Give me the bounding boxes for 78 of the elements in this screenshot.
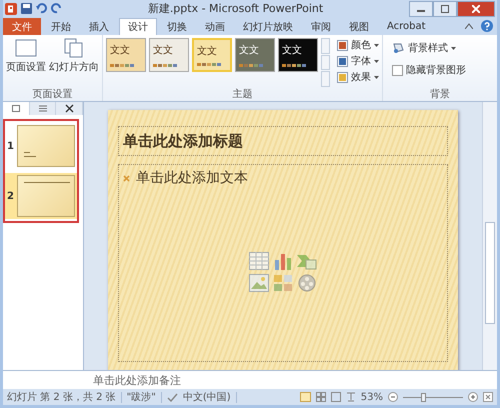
ribbon-tab[interactable]: 幻灯片放映	[235, 18, 301, 35]
dropdown-caret-icon	[374, 76, 379, 78]
ribbon-tab[interactable]: 插入	[81, 18, 117, 35]
ribbon-tab[interactable]: 文件	[3, 18, 41, 35]
paint-bucket-icon	[392, 42, 405, 54]
ribbon-tab[interactable]: 视图	[341, 18, 377, 35]
close-button[interactable]	[457, 0, 495, 16]
help-icon[interactable]	[481, 20, 493, 32]
minimize-button[interactable]	[409, 0, 433, 16]
bullet-icon	[123, 174, 130, 182]
hide-background-checkbox[interactable]: 隐藏背景图形	[392, 63, 494, 77]
slide-icon	[12, 105, 20, 112]
vertical-scrollbar[interactable]	[482, 102, 497, 370]
language-text[interactable]: 中文(中国)	[182, 390, 231, 404]
dropdown-caret-icon	[374, 44, 379, 46]
ribbon-tab[interactable]: 切换	[159, 18, 195, 35]
app-logo-icon	[5, 2, 17, 14]
slide-count-text: 幻灯片 第 2 张，共 2 张	[7, 390, 116, 404]
maximize-button[interactable]	[433, 0, 457, 16]
theme-option-button[interactable]: 字体	[337, 54, 379, 68]
option-icon	[337, 56, 348, 66]
theme-thumbnail[interactable]: 文文	[235, 38, 275, 72]
collapse-ribbon-icon[interactable]	[465, 23, 473, 29]
undo-icon[interactable]	[36, 3, 47, 14]
option-icon	[337, 40, 348, 50]
theme-thumbnail[interactable]: 文文	[106, 38, 146, 72]
zoom-percent[interactable]: 53%	[360, 392, 383, 402]
spell-check-icon[interactable]	[166, 392, 178, 402]
redo-icon[interactable]	[51, 3, 62, 14]
insert-clip-art-icon[interactable]	[273, 274, 293, 292]
dropdown-caret-icon	[374, 60, 379, 62]
close-icon	[472, 4, 480, 12]
fit-window-icon[interactable]	[483, 392, 493, 402]
dropdown-caret-icon	[451, 46, 456, 50]
window-title: 新建.pptx - Microsoft PowerPoint	[146, 1, 324, 16]
group-label: 背景	[429, 88, 451, 101]
option-icon	[337, 72, 348, 82]
save-icon[interactable]	[21, 3, 32, 14]
slides-tab[interactable]	[3, 102, 30, 115]
title-placeholder[interactable]: 单击此处添加标题	[118, 126, 448, 156]
slide-thumbnail-row[interactable]: 2	[5, 173, 77, 219]
group-label: 页面设置	[32, 88, 74, 101]
close-icon	[64, 104, 74, 113]
insert-picture-icon[interactable]	[249, 274, 269, 292]
ribbon-tab[interactable]: Acrobat	[379, 18, 434, 35]
theme-thumbnail[interactable]: 文文	[149, 38, 189, 72]
theme-thumbnail[interactable]: 文文	[192, 38, 232, 72]
theme-thumbnail[interactable]: 文文	[278, 38, 318, 72]
reading-view-icon[interactable]	[330, 392, 341, 402]
insert-chart-icon[interactable]	[273, 252, 293, 270]
maximize-icon	[441, 4, 449, 12]
theme-option-button[interactable]: 颜色	[337, 38, 379, 52]
zoom-out-icon[interactable]	[388, 392, 398, 402]
ribbon-tab[interactable]: 动画	[197, 18, 233, 35]
ribbon-button[interactable]: 页面设置	[6, 38, 46, 87]
ribbon-tab[interactable]: 审阅	[303, 18, 339, 35]
stacked-pages-icon	[64, 38, 84, 58]
slide-sorter-icon[interactable]	[316, 392, 326, 402]
insert-media-icon[interactable]	[297, 274, 317, 292]
body-placeholder[interactable]: 单击此处添加文本	[118, 164, 448, 362]
insert-smartart-icon[interactable]	[297, 252, 317, 270]
body-text: 单击此处添加文本	[136, 169, 248, 187]
zoom-in-icon[interactable]	[468, 392, 478, 402]
page-icon	[15, 38, 37, 58]
zoom-slider-thumb[interactable]	[421, 392, 426, 402]
lines-icon	[38, 105, 46, 112]
gallery-scrollbar[interactable]	[321, 38, 330, 87]
theme-name-text: "跋涉"	[126, 390, 156, 404]
background-style-button[interactable]: 背景样式	[392, 41, 494, 55]
insert-table-icon[interactable]	[249, 252, 269, 270]
ribbon-button[interactable]: 幻灯片方向	[49, 38, 99, 87]
ribbon-tab[interactable]: 开始	[43, 18, 79, 35]
normal-view-icon[interactable]	[300, 392, 311, 402]
group-label: 主题	[232, 88, 254, 101]
notes-pane[interactable]: 单击此处添加备注	[3, 370, 497, 389]
ribbon-tab[interactable]: 设计	[119, 18, 157, 35]
slideshow-icon[interactable]	[346, 392, 356, 402]
theme-option-button[interactable]: 效果	[337, 70, 379, 84]
